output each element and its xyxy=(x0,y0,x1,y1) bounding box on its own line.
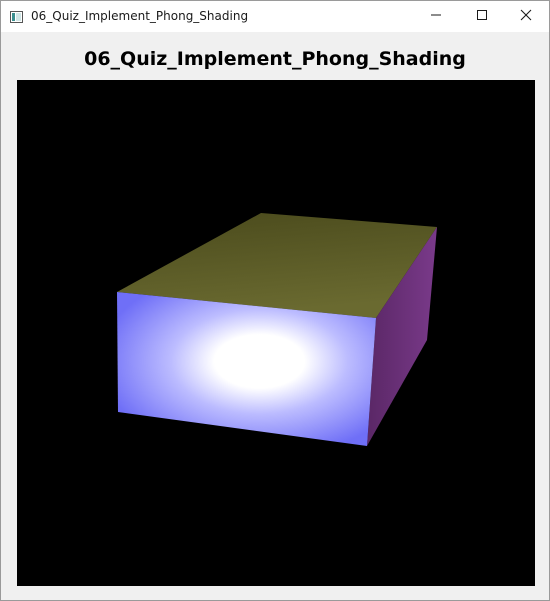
scene-canvas xyxy=(117,213,437,446)
page-title: 06_Quiz_Implement_Phong_Shading xyxy=(84,48,466,70)
client-area: 06_Quiz_Implement_Phong_Shading xyxy=(1,32,549,600)
close-button[interactable] xyxy=(503,1,549,32)
window-title: 06_Quiz_Implement_Phong_Shading xyxy=(31,9,249,23)
title-bar[interactable]: 06_Quiz_Implement_Phong_Shading xyxy=(1,1,549,32)
maximize-button[interactable] xyxy=(459,1,505,32)
maximize-icon xyxy=(476,8,488,26)
box-front-face xyxy=(117,292,376,446)
close-icon xyxy=(520,8,532,26)
render-viewport[interactable] xyxy=(17,80,535,586)
app-window: 06_Quiz_Implement_Phong_Shading 06_Quiz_… xyxy=(0,0,550,601)
minimize-icon xyxy=(430,8,442,26)
app-icon xyxy=(10,10,23,23)
minimize-button[interactable] xyxy=(413,1,459,32)
